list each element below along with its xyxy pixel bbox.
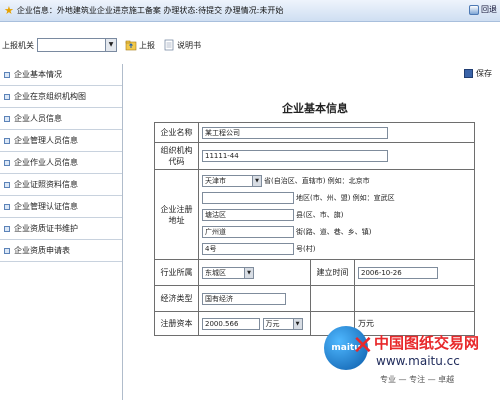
sidebar-item-certification[interactable]: 企业管理认证信息 <box>0 196 122 218</box>
logo-x-mark: ✕ <box>352 331 374 361</box>
number-input[interactable]: 4号 <box>202 242 294 255</box>
sidebar-item-label: 企业管理认证信息 <box>14 202 78 211</box>
sidebar: 企业基本情况 企业在京组织机构图 企业人员信息 企业管理人员信息 企业作业人员信… <box>0 64 123 400</box>
list-item-icon <box>4 203 10 210</box>
sidebar-item-personnel[interactable]: 企业人员信息 <box>0 108 122 130</box>
report-label: 上报 <box>139 40 155 50</box>
agency-label: 上报机关 <box>2 40 34 50</box>
county-input[interactable]: 塘沽区 <box>202 208 294 221</box>
province-value: 天津市 <box>205 176 226 185</box>
list-item-icon <box>4 115 10 122</box>
back-icon <box>469 4 479 15</box>
list-item-icon <box>4 225 10 232</box>
save-label: 保存 <box>476 69 492 78</box>
company-name-input[interactable]: 某工程公司 <box>202 126 388 139</box>
founded-label: 建立时间 <box>310 259 355 286</box>
sidebar-item-org-chart[interactable]: 企业在京组织机构图 <box>0 86 122 108</box>
province-hint: 省(自治区、直辖市) 例如：北京市 <box>264 176 370 185</box>
industry-select[interactable]: 东城区 ▼ <box>202 266 254 279</box>
economy-label: 经济类型 <box>154 285 199 312</box>
company-info-form: 企业名称 某工程公司 组织机构代码 11111-44 企业注册地址 天津市 ▼ … <box>154 122 476 336</box>
sidebar-item-licenses[interactable]: 企业证照资料信息 <box>0 174 122 196</box>
star-icon: ★ <box>4 4 14 17</box>
list-item-icon <box>4 247 10 254</box>
list-item-icon <box>4 181 10 188</box>
sidebar-item-qualification-maintenance[interactable]: 企业资质证书维护 <box>0 218 122 240</box>
list-item-icon <box>4 93 10 100</box>
watermark-brand: 中国图纸交易网 <box>374 334 480 352</box>
sidebar-item-workers[interactable]: 企业作业人员信息 <box>0 152 122 174</box>
watermark: maitu ✕ 中国图纸交易网 www.maitu.cc 专业 — 专注 — 卓… <box>324 326 500 400</box>
folder-upload-icon <box>125 40 137 51</box>
capital-label: 注册资本 <box>154 311 199 336</box>
sidebar-item-basic-info[interactable]: 企业基本情况 <box>0 64 122 86</box>
document-icon <box>164 39 174 51</box>
capital-input[interactable]: 2000.566 <box>202 317 260 330</box>
org-code-label: 组织机构代码 <box>154 142 199 170</box>
capital-unit-select[interactable]: 万元 ▼ <box>262 317 303 330</box>
list-item-icon <box>4 159 10 166</box>
watermark-url: www.maitu.cc <box>376 354 460 368</box>
sidebar-item-label: 企业资质申请表 <box>14 246 70 255</box>
founded-date-input[interactable]: 2006-10-26 <box>358 266 438 279</box>
titlebar: ★ 企业信息：外地建筑业企业进京施工备案 办理状态:待提交 办理情况:未开始 回… <box>0 0 500 22</box>
org-code-input[interactable]: 11111-44 <box>202 150 388 162</box>
back-button[interactable]: 回退 <box>469 4 497 15</box>
sidebar-item-label: 企业基本情况 <box>14 70 62 79</box>
county-hint: 县(区、市、旗) <box>296 210 344 219</box>
list-item-icon <box>4 71 10 78</box>
report-button[interactable]: 上报 <box>125 39 155 51</box>
capital-unit-value: 万元 <box>265 319 280 328</box>
chevron-down-icon[interactable]: ▼ <box>105 39 116 51</box>
chevron-down-icon[interactable]: ▼ <box>244 267 253 278</box>
number-hint: 号(村) <box>296 244 316 253</box>
industry-value: 东城区 <box>205 268 226 277</box>
address-label: 企业注册地址 <box>154 169 199 260</box>
sidebar-item-qualification-application[interactable]: 企业资质申请表 <box>0 240 122 262</box>
street-input[interactable]: 广州道 <box>202 225 294 238</box>
sidebar-item-label: 企业人员信息 <box>14 114 62 123</box>
industry-label: 行业所属 <box>154 259 199 286</box>
sidebar-item-managers[interactable]: 企业管理人员信息 <box>0 130 122 152</box>
save-button[interactable]: 保存 <box>464 68 492 79</box>
sidebar-item-label: 企业证照资料信息 <box>14 180 78 189</box>
list-item-icon <box>4 137 10 144</box>
save-icon <box>464 69 473 78</box>
province-select[interactable]: 天津市 ▼ <box>202 174 262 187</box>
agency-select[interactable]: ▼ <box>37 38 117 52</box>
city-hint: 地区(市、州、盟) 例如：宣武区 <box>296 193 395 202</box>
chevron-down-icon[interactable]: ▼ <box>252 175 261 186</box>
sidebar-item-label: 企业在京组织机构图 <box>14 92 86 101</box>
manual-button[interactable]: 说明书 <box>163 39 201 51</box>
window-title: 企业信息：外地建筑业企业进京施工备案 办理状态:待提交 办理情况:未开始 <box>16 6 284 15</box>
company-name-label: 企业名称 <box>154 122 199 143</box>
economy-input[interactable]: 国有经济 <box>202 292 286 305</box>
page-title: 企业基本信息 <box>282 102 348 115</box>
back-label: 回退 <box>481 5 497 14</box>
city-input[interactable] <box>202 191 294 204</box>
sidebar-item-label: 企业管理人员信息 <box>14 136 78 145</box>
sidebar-item-label: 企业作业人员信息 <box>14 158 78 167</box>
manual-label: 说明书 <box>177 40 201 50</box>
sidebar-item-label: 企业资质证书维护 <box>14 224 78 233</box>
street-hint: 街(路、道、巷、乡、镇) <box>296 227 372 236</box>
toolbar: 上报机关 ▼ 上报 说明书 <box>0 34 500 56</box>
watermark-slogan: 专业 — 专注 — 卓越 <box>380 375 455 384</box>
chevron-down-icon[interactable]: ▼ <box>292 318 302 329</box>
